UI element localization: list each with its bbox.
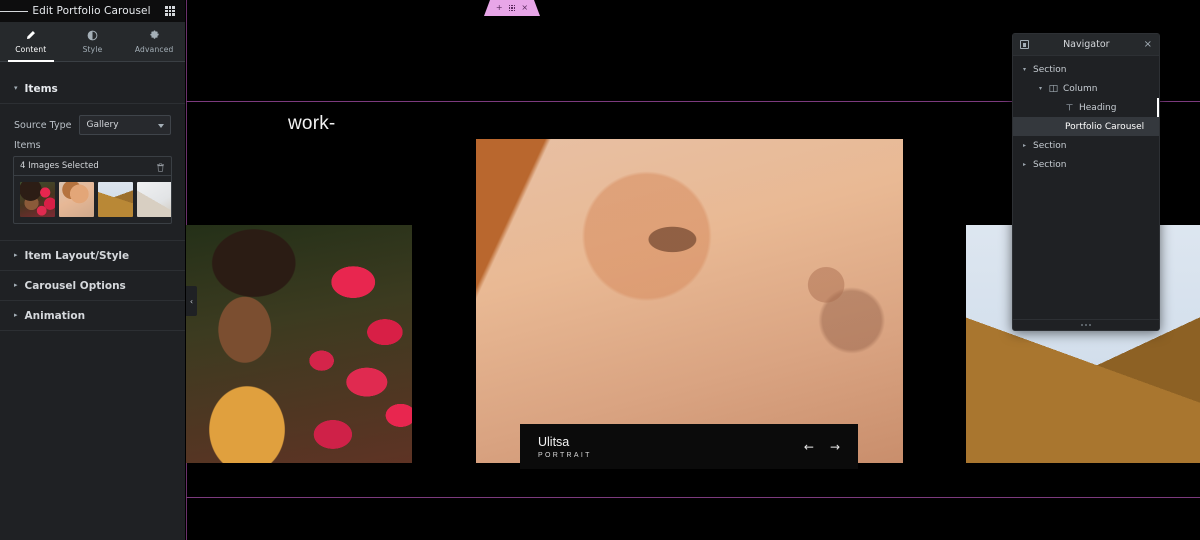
prev-arrow-icon[interactable]: ←: [804, 441, 814, 453]
tab-content-label: Content: [15, 44, 47, 54]
tab-style[interactable]: Style: [62, 22, 124, 61]
chevron-right-icon: ▸: [14, 281, 18, 289]
drag-dots-icon[interactable]: [509, 5, 516, 12]
navigator-item-label: Column: [1063, 83, 1098, 94]
carousel-arrows: ← →: [804, 441, 840, 453]
navigator-item-label: Section: [1033, 64, 1067, 75]
tab-content[interactable]: Content: [0, 22, 62, 62]
gear-icon: [149, 30, 160, 42]
source-type-value: Gallery: [86, 120, 119, 130]
widget-drag-handle[interactable]: + ×: [484, 0, 540, 16]
section-divider-bottom: [186, 497, 1200, 498]
section-items[interactable]: ▾ Items: [0, 74, 185, 104]
pencil-icon: [25, 30, 36, 42]
source-type-label: Source Type: [14, 119, 72, 131]
slide-image-portrait: [476, 139, 903, 463]
navigator-item-section[interactable]: ▸ Section: [1013, 155, 1159, 174]
navigator-panel: Navigator × ▾ Section ▾ Column Heading Portfo…: [1012, 33, 1160, 331]
navigator-item-section[interactable]: ▾ Section: [1013, 60, 1159, 79]
panel-title: Edit Portfolio Carousel: [32, 5, 151, 17]
close-icon[interactable]: ×: [1144, 39, 1152, 50]
gallery-thumbnails: [14, 176, 171, 223]
navigator-item-heading[interactable]: Heading: [1013, 98, 1159, 117]
thumbnail-flowers[interactable]: [20, 182, 55, 217]
editor-panel: Edit Portfolio Carousel Content Style Ad…: [0, 0, 186, 540]
chevron-down-icon[interactable]: ▾: [1021, 66, 1028, 73]
navigator-item-label: Heading: [1079, 102, 1117, 113]
resize-grip-icon[interactable]: [1013, 319, 1159, 330]
gallery-control[interactable]: 4 Images Selected: [13, 156, 172, 224]
heading-t-icon: [1065, 103, 1074, 112]
section-animation[interactable]: ▸ Animation: [0, 301, 185, 331]
tab-advanced[interactable]: Advanced: [123, 22, 185, 61]
caption-title: Ulitsa: [538, 434, 570, 449]
navigator-title: Navigator: [1063, 39, 1110, 50]
hamburger-menu-icon[interactable]: [0, 9, 28, 13]
contrast-half-circle-icon: [87, 30, 98, 42]
caption-subtitle: PORTRAIT: [538, 452, 592, 460]
close-widget-icon[interactable]: ×: [521, 4, 528, 12]
navigator-edit-marker: [1157, 98, 1159, 117]
chevron-right-icon[interactable]: ▸: [1021, 142, 1028, 149]
panel-spacer-3: [0, 224, 185, 240]
chevron-down-icon: [158, 123, 164, 128]
chevron-right-icon[interactable]: ▸: [1021, 161, 1028, 168]
panel-tabs: Content Style Advanced: [0, 22, 185, 62]
add-widget-icon[interactable]: +: [496, 4, 503, 12]
panel-header: Edit Portfolio Carousel: [0, 0, 185, 22]
section-item-layout-style-label: Item Layout/Style: [24, 249, 130, 262]
navigator-header: Navigator ×: [1013, 34, 1159, 56]
caption-text: Ulitsa PORTRAIT: [538, 434, 592, 460]
tab-advanced-label: Advanced: [134, 44, 174, 54]
navigator-item-label: Section: [1033, 140, 1067, 151]
section-carousel-options-label: Carousel Options: [24, 279, 126, 292]
navigator-item-label: Section: [1033, 159, 1067, 170]
trash-icon[interactable]: [156, 157, 165, 176]
thumbnail-architecture[interactable]: [137, 182, 171, 217]
panel-spacer: [0, 62, 185, 74]
chevron-right-icon: ▸: [14, 251, 18, 259]
control-source-type: Source Type Gallery: [0, 110, 185, 140]
items-label: Items: [14, 140, 41, 151]
slide-image-flowers: [186, 225, 412, 463]
thumbnail-portrait[interactable]: [59, 182, 94, 217]
navigator-item-column[interactable]: ▾ Column: [1013, 79, 1159, 98]
tab-style-label: Style: [82, 44, 103, 54]
carousel-slide-active[interactable]: [476, 139, 903, 463]
navigator-item-section[interactable]: ▸ Section: [1013, 136, 1159, 155]
elementor-editor: + × work- Ulitsa PORTRAIT ← → Edit Portf…: [0, 0, 1200, 540]
chevron-right-icon: ▸: [14, 311, 18, 319]
next-arrow-icon[interactable]: →: [830, 441, 840, 453]
gallery-summary: 4 Images Selected: [20, 161, 99, 171]
section-carousel-options[interactable]: ▸ Carousel Options: [0, 271, 185, 301]
chevron-down-icon: ▾: [14, 84, 18, 92]
apps-grid-icon[interactable]: [155, 6, 185, 16]
gallery-summary-row: 4 Images Selected: [14, 157, 171, 176]
navigator-tree: ▾ Section ▾ Column Heading Portfolio Carousel…: [1013, 56, 1159, 319]
page-heading[interactable]: work-: [288, 113, 335, 135]
thumbnail-pyramid[interactable]: [98, 182, 133, 217]
source-type-select[interactable]: Gallery: [79, 115, 171, 135]
section-item-layout-style[interactable]: ▸ Item Layout/Style: [0, 241, 185, 271]
dock-panel-icon[interactable]: [1020, 40, 1029, 49]
navigator-item-portfolio-carousel[interactable]: Portfolio Carousel: [1013, 117, 1159, 136]
carousel-caption: Ulitsa PORTRAIT ← →: [520, 424, 858, 469]
panel-collapse-button[interactable]: ‹: [186, 286, 197, 316]
section-items-label: Items: [24, 82, 58, 95]
chevron-down-icon[interactable]: ▾: [1037, 85, 1044, 92]
navigator-item-label: Portfolio Carousel: [1065, 121, 1145, 132]
column-icon: [1049, 84, 1058, 93]
carousel-slide-prev[interactable]: [186, 225, 412, 463]
section-animation-label: Animation: [24, 309, 86, 322]
